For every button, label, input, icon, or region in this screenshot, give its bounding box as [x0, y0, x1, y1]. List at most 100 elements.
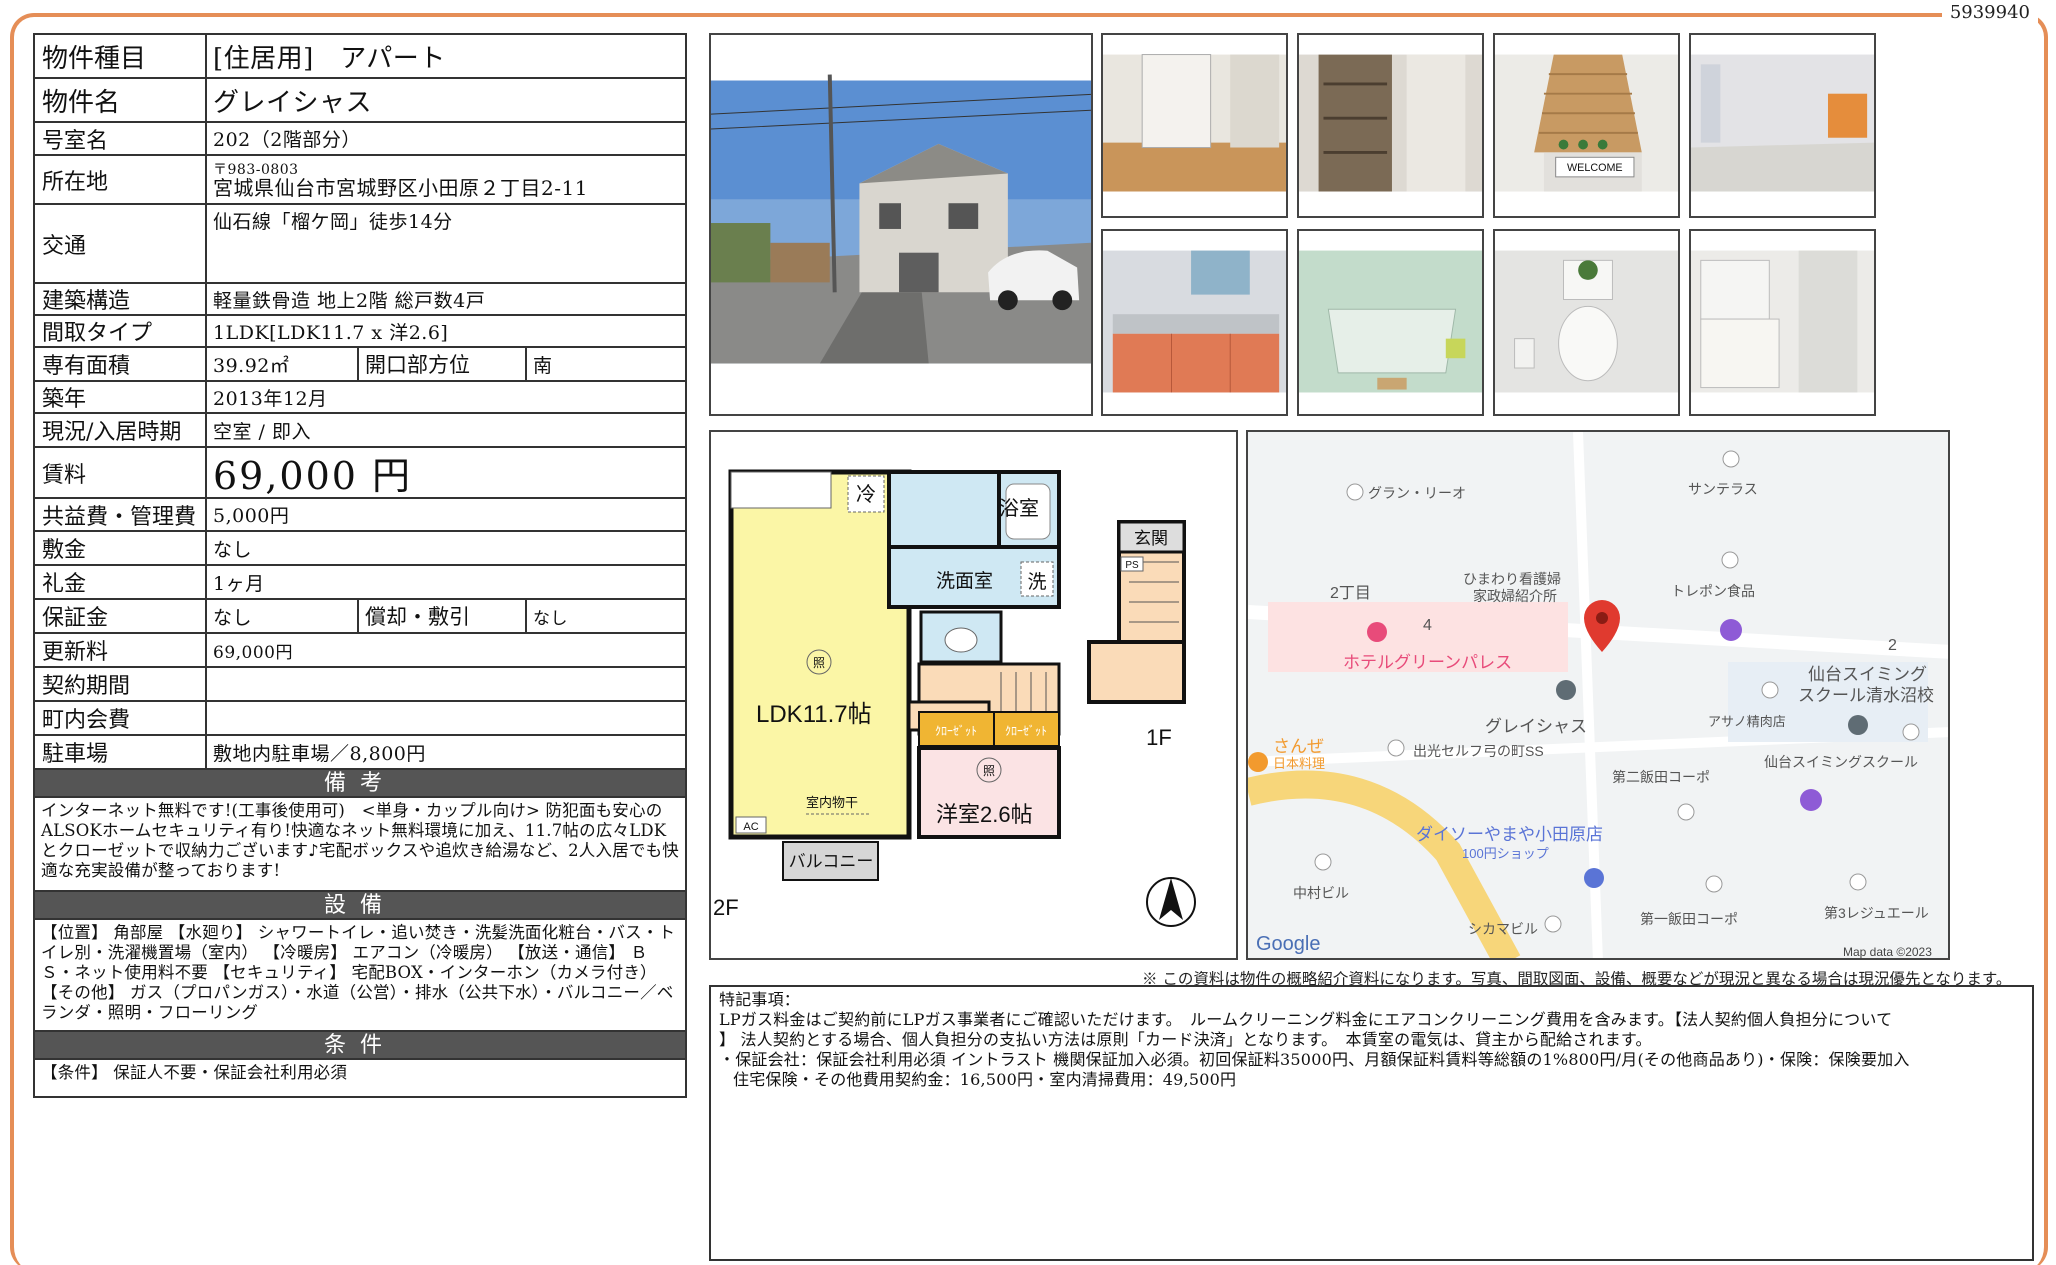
label-orientation: 開口部方位	[357, 348, 527, 380]
row-built: 築年 2013年12月	[35, 382, 685, 414]
map-label-daiso-1: ダイソーやまや小田原店	[1416, 825, 1603, 844]
value-type: [住居用] アパート	[213, 43, 446, 74]
map-label-nakamura: 中村ビル	[1293, 885, 1349, 901]
exterior-photo	[709, 33, 1093, 416]
dry-label: 室内物干	[806, 795, 858, 810]
interior-photo-shoebox	[1297, 33, 1484, 218]
conditions-text: 【条件】 保証人不要・保証会社利用必須	[35, 1060, 685, 1098]
value-key-money: 1ヶ月	[213, 572, 265, 595]
label-layout: 間取タイプ	[35, 316, 207, 346]
ldk-label: LDK11.7帖	[756, 701, 872, 728]
remarks-text: インターネット無料です!(工事後使用可) <単身・カップル向け> 防犯面も安心の…	[35, 798, 685, 892]
value-fee: 5,000円	[213, 505, 290, 527]
value-area: 39.92㎡	[213, 354, 290, 377]
row-rent: 賃料 69,000 円	[35, 448, 685, 499]
row-room: 号室名 202（2階部分）	[35, 123, 685, 156]
map-label-himawari-1: ひまわり看護婦	[1463, 571, 1561, 587]
light-icon-2: 照	[983, 764, 995, 778]
value-status: 空室 / 即入	[213, 420, 311, 443]
remarks-heading: 備考	[35, 770, 685, 798]
label-contract: 契約期間	[35, 668, 207, 700]
ac-label: AC	[743, 821, 758, 833]
value-rent: 69,000 円	[213, 454, 413, 498]
label-deposit: 敷金	[35, 532, 207, 564]
row-access: 交通 仙石線「榴ケ岡」徒歩14分	[35, 205, 685, 284]
label-guarantee: 保証金	[35, 600, 207, 632]
interior-photo-washroom	[1689, 229, 1876, 416]
row-status: 現況/入居時期 空室 / 即入	[35, 414, 685, 448]
map-label-trepon: トレポン食品	[1671, 583, 1755, 599]
north-arrow-icon	[1159, 878, 1183, 920]
interior-photo-stairs: WELCOME	[1493, 33, 1680, 218]
interior-photo-toilet	[1493, 229, 1680, 416]
label-town-fee: 町内会費	[35, 702, 207, 734]
row-name: 物件名 グレイシャス	[35, 79, 685, 123]
map-label-asano: アサノ精肉店	[1708, 714, 1786, 729]
interior-photo-bath	[1297, 229, 1484, 416]
special-notes-line-1: LPガス料金はご契約前にLPガス事業者にご確認いただけます。 ルームクリーニング…	[719, 1010, 1893, 1029]
western-room-label: 洋室2.6帖	[936, 802, 1033, 827]
map-label-residence: 第3レジュエール	[1824, 905, 1929, 921]
value-address: 〒983-0803 宮城県仙台市宮城野区小田原２丁目2-11	[207, 156, 685, 203]
label-built: 築年	[35, 382, 207, 412]
label-status: 現況/入居時期	[35, 414, 207, 446]
label-area: 専有面積	[35, 348, 207, 380]
label-key-money: 礼金	[35, 566, 207, 598]
map-label-daiichi: 第一飯田コーポ	[1640, 911, 1738, 927]
map-label-swim-2: スクール清水沼校	[1798, 686, 1934, 705]
map-label-himawari-2: 家政婦紹介所	[1473, 588, 1557, 604]
label-access: 交通	[35, 205, 207, 282]
floor-plan: 冷 浴室 洗面室 洗 ｸﾛｰｾﾞｯﾄ ｸﾛｰｾﾞｯﾄ 照 洋室2.6帖 照 LD…	[709, 430, 1238, 960]
map-label-hotel: ホテルグリーンパレス	[1343, 653, 1512, 672]
label-structure: 建築構造	[35, 284, 207, 314]
value-built: 2013年12月	[213, 387, 328, 410]
map-label-daini: 第二飯田コーポ	[1612, 769, 1710, 785]
map-data-credit: Map data ©2023	[1843, 945, 1932, 959]
row-guarantee: 保証金 なし 償却・敷引 なし	[35, 600, 685, 634]
map-label-gran: グラン・リーオ	[1368, 485, 1466, 501]
entrance-label: 玄関	[1134, 529, 1168, 548]
welcome-mat-text: WELCOME	[1567, 162, 1623, 174]
bath-label: 浴室	[999, 497, 1039, 520]
map-label-2chome: 2丁目	[1330, 585, 1371, 602]
value-guarantee: なし	[213, 606, 253, 629]
location-map: グラン・リーオ サンテラス ひまわり看護婦 家政婦紹介所 2丁目 4 2 トレポ…	[1246, 430, 1950, 960]
row-structure: 建築構造 軽量鉄骨造 地上2階 総戸数4戸	[35, 284, 685, 316]
google-logo: Google	[1256, 933, 1321, 955]
map-label-2: 2	[1888, 637, 1897, 654]
label-rent: 賃料	[35, 448, 207, 497]
fridge-label: 冷	[856, 483, 876, 506]
value-contract	[207, 668, 685, 700]
special-notes-line-3: ・保証会社：保証会社利用必須 イントラスト 機関保証加入必須。初回保証料3500…	[719, 1050, 1910, 1069]
label-fee: 共益費・管理費	[35, 499, 207, 530]
equipment-text: 【位置】 角部屋 【水廻り】 シャワートイレ・追い焚き・洗髪洗面化粧台・バス・ト…	[35, 920, 685, 1032]
map-label-swim-school: 仙台スイミングスクール	[1764, 754, 1918, 770]
special-notes-line-2: 】 法人契約とする場合、個人負担分の支払い方法は原則「カード決済」となります。 …	[719, 1030, 1652, 1049]
row-renewal: 更新料 69,000円	[35, 634, 685, 668]
special-notes-line-4: 住宅保険・その他費用契約金：16,500円・室内清掃費用：49,500円	[733, 1070, 1237, 1089]
light-icon-1: 照	[813, 656, 825, 670]
label-renewal: 更新料	[35, 634, 207, 666]
balcony-label: バルコニー	[789, 852, 874, 871]
row-type: 物件種目 [住居用] アパート	[35, 35, 685, 79]
label-name: 物件名	[35, 79, 207, 121]
row-parking: 駐車場 敷地内駐車場／8,800円	[35, 736, 685, 770]
document-id: 5939940	[1941, 2, 2038, 23]
floor-2f-label: 2F	[713, 895, 739, 920]
map-label-sanze-1: さんぜ	[1273, 737, 1324, 756]
value-renewal: 69,000円	[213, 642, 293, 663]
special-notes-box: 特記事項： LPガス料金はご契約前にLPガス事業者にご確認いただけます。 ルーム…	[709, 985, 2034, 1261]
value-room: 202（2階部分）	[213, 129, 361, 151]
closet-label-1: ｸﾛｰｾﾞｯﾄ	[935, 724, 977, 738]
map-label-suntera: サンテラス	[1688, 481, 1758, 497]
value-parking: 敷地内駐車場／8,800円	[213, 742, 426, 765]
value-deposit: なし	[213, 538, 253, 561]
address-text: 宮城県仙台市宮城野区小田原２丁目2-11	[213, 175, 588, 200]
row-address: 所在地 〒983-0803 宮城県仙台市宮城野区小田原２丁目2-11	[35, 156, 685, 205]
row-area: 専有面積 39.92㎡ 開口部方位 南	[35, 348, 685, 382]
ps-label: PS	[1125, 560, 1139, 571]
map-label-sanze-2: 日本料理	[1273, 756, 1325, 771]
interior-photo-hallway	[1101, 33, 1288, 218]
hotel-icon	[1367, 622, 1387, 642]
row-contract: 契約期間	[35, 668, 685, 702]
